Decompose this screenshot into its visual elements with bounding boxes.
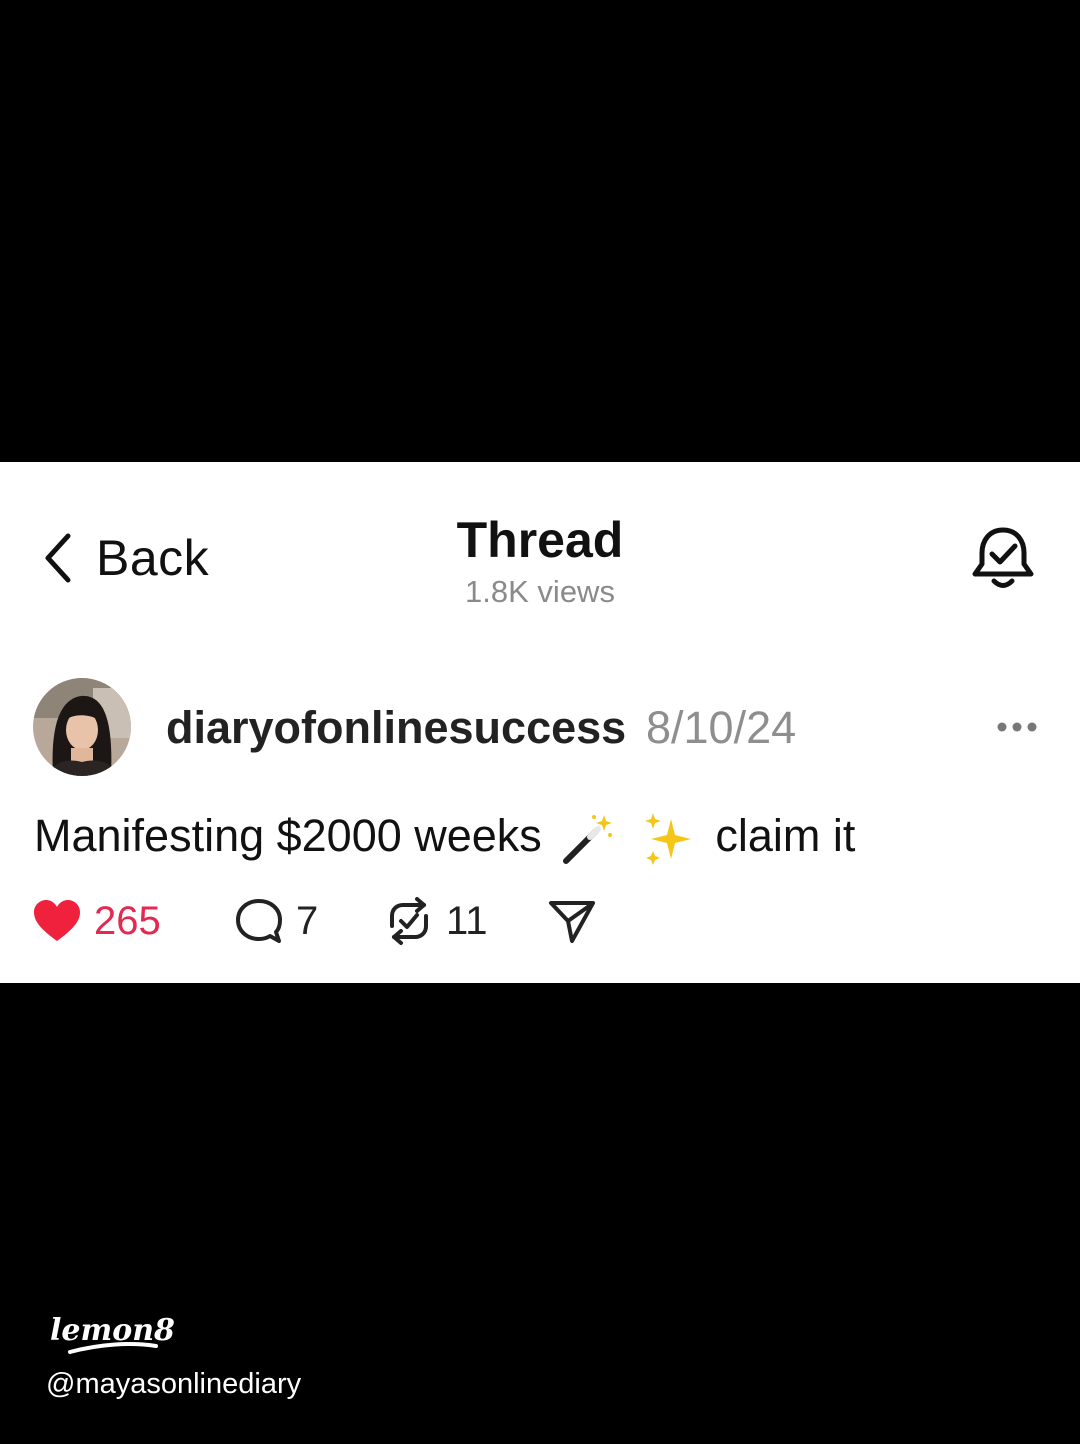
video-frame: Back Thread 1.8K views diaryofonlinesucc… bbox=[0, 0, 1080, 1444]
sparkles-emoji bbox=[644, 813, 691, 866]
view-count: 1.8K views bbox=[465, 574, 615, 609]
repost-icon bbox=[390, 897, 428, 945]
more-horizontal-icon[interactable] bbox=[994, 712, 1040, 742]
bell-check-icon[interactable] bbox=[970, 524, 1036, 592]
post-username[interactable]: diaryofonlinesuccess bbox=[166, 700, 626, 756]
magic-wand-emoji bbox=[563, 815, 613, 865]
send-icon bbox=[549, 901, 595, 943]
comment-icon bbox=[236, 899, 282, 943]
back-button[interactable]: Back bbox=[40, 526, 209, 590]
comment-count: 7 bbox=[296, 898, 319, 943]
lemon8-logo: lemon8 bbox=[50, 1313, 175, 1354]
watermark-handle: @mayasonlinediary bbox=[46, 1368, 302, 1400]
title-block: Thread 1.8K views bbox=[340, 510, 740, 612]
share-button[interactable] bbox=[548, 890, 596, 952]
repost-button[interactable]: 11 bbox=[384, 890, 488, 952]
back-label: Back bbox=[96, 530, 210, 586]
post-text-main: Manifesting $2000 weeks bbox=[34, 810, 542, 861]
post-body: Manifesting $2000 weeks claim it bbox=[34, 806, 855, 867]
like-count: 265 bbox=[94, 898, 161, 943]
post-date: 8/10/24 bbox=[646, 702, 797, 753]
page-title: Thread bbox=[456, 512, 624, 568]
avatar[interactable] bbox=[33, 678, 131, 776]
like-button[interactable]: 265 bbox=[32, 890, 161, 952]
chevron-left-icon bbox=[45, 533, 71, 583]
heart-icon bbox=[34, 900, 80, 941]
comment-button[interactable]: 7 bbox=[234, 890, 318, 952]
repost-count: 11 bbox=[446, 898, 488, 943]
profile-photo bbox=[33, 678, 131, 776]
post-text-tail: claim it bbox=[715, 810, 856, 861]
